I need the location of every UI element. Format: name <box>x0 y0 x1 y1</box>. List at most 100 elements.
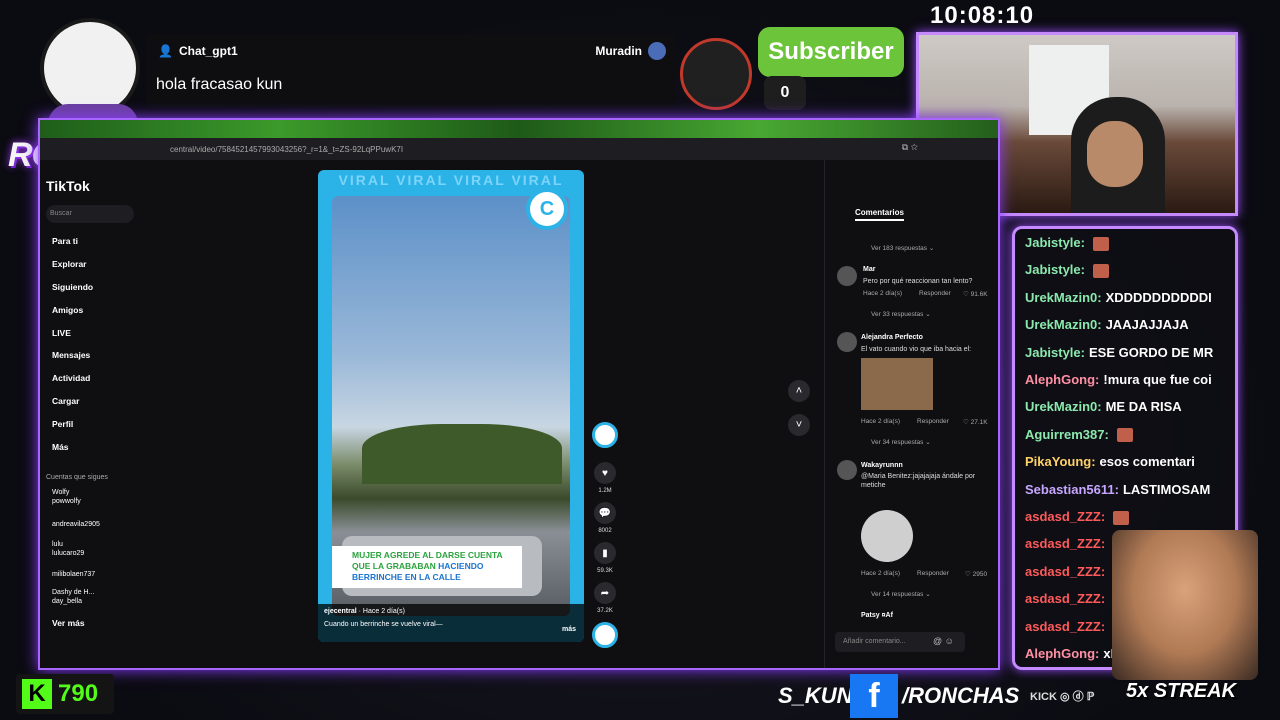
tiktok-logo[interactable]: TikTok <box>46 178 90 194</box>
video-author[interactable]: ejecentral <box>324 608 357 615</box>
view-replies[interactable]: Ver 33 respuestas ⌄ <box>871 310 931 318</box>
comment-author[interactable]: Mar <box>863 266 875 273</box>
avatar[interactable] <box>837 266 857 286</box>
nav-explorar[interactable]: Explorar <box>52 259 87 269</box>
reply-button[interactable]: Responder <box>917 418 949 425</box>
see-more-link[interactable]: Ver más <box>52 618 85 628</box>
more-link[interactable]: más <box>562 626 576 633</box>
chevron-down-icon[interactable]: ˅ <box>788 414 810 436</box>
chat-message: asdasd_ZZZ: <box>1025 509 1235 525</box>
chat-username[interactable]: asdasd_ZZZ: <box>1025 591 1105 606</box>
featured-chat-sender: Muradin <box>595 44 642 58</box>
emote-icon <box>1113 510 1130 525</box>
chat-username[interactable]: AlephGong: <box>1025 646 1099 661</box>
chat-message: UrekMazin0: JAAJAJJAJA <box>1025 317 1235 332</box>
chat-text: XDDDDDDDDDDI <box>1105 289 1212 305</box>
nav-mensajes[interactable]: Mensajes <box>52 350 90 360</box>
view-replies[interactable]: Ver 183 respuestas ⌄ <box>871 244 934 252</box>
video-meta: ejecentral · Hace 2 día(s) Cuando un ber… <box>318 604 584 642</box>
chat-username[interactable]: AlephGong: <box>1025 372 1099 387</box>
followed-account[interactable]: lulu lulucaro29 <box>52 540 84 558</box>
platform-icons: KICK ◎ ⓓ ℙ <box>1030 691 1095 703</box>
chat-username[interactable]: Sebastian5611: <box>1025 482 1119 497</box>
comment-text: @Maria Benitez:jajajajaja ándale por met… <box>861 473 976 489</box>
followed-account[interactable]: milibolaen737 <box>52 570 95 579</box>
nav-siguiendo[interactable]: Siguiendo <box>52 282 93 292</box>
chat-username[interactable]: UrekMazin0: <box>1025 399 1102 414</box>
nav-mas[interactable]: Más <box>52 442 69 452</box>
nav-cargar[interactable]: Cargar <box>52 396 79 406</box>
chat-username[interactable]: asdasd_ZZZ: <box>1025 564 1105 579</box>
comment-time: Hace 2 día(s) <box>861 418 901 425</box>
chat-text: !mura que fue coi <box>1103 372 1212 387</box>
comment-image[interactable] <box>861 510 913 562</box>
comment-time: Hace 2 día(s) <box>863 290 903 297</box>
comment-image[interactable] <box>861 358 933 410</box>
chevron-up-icon[interactable]: ˄ <box>788 380 810 402</box>
mascot-head <box>40 18 140 118</box>
nav-perfil[interactable]: Perfil <box>52 419 73 429</box>
chat-username[interactable]: UrekMazin0: <box>1025 317 1102 332</box>
comments-count: 8002 <box>598 528 612 534</box>
chat-username[interactable]: Aguirrem387: <box>1025 427 1109 442</box>
nav-para-ti[interactable]: Para ti <box>52 236 78 246</box>
channel-logo-icon: C <box>526 188 568 230</box>
chat-username[interactable]: Jabistyle: <box>1025 262 1085 277</box>
nav-actividad[interactable]: Actividad <box>52 373 90 383</box>
comment-icon[interactable]: 💬 <box>594 502 616 524</box>
avatar[interactable] <box>837 332 857 352</box>
sound-avatar-icon[interactable] <box>592 622 618 648</box>
comment-likes[interactable]: ♡ 2950 <box>965 570 987 578</box>
mention-icon[interactable]: @ <box>933 636 942 646</box>
video-trees <box>362 424 562 484</box>
view-replies[interactable]: Ver 34 respuestas ⌄ <box>871 438 931 446</box>
comment-likes[interactable]: ♡ 91.6K <box>963 290 988 298</box>
stream-overlay: 👤 Chat_gpt1 Muradin hola fracasao kun RO… <box>0 0 1280 720</box>
comment-author[interactable]: Patsy ¤Af <box>861 612 893 619</box>
comment-author[interactable]: Alejandra Perfecto <box>861 334 923 341</box>
chat-message: Jabistyle: <box>1025 262 1235 278</box>
nav-amigos[interactable]: Amigos <box>52 305 83 315</box>
subscriber-label: Subscriber <box>758 27 904 77</box>
chat-username[interactable]: asdasd_ZZZ: <box>1025 509 1105 524</box>
cast-icon[interactable]: ⧉ <box>902 142 908 152</box>
view-replies[interactable]: Ver 14 respuestas ⌄ <box>871 590 931 598</box>
bookmark-star-icon[interactable]: ☆ <box>911 142 918 152</box>
tab-comentarios[interactable]: Comentarios <box>855 208 904 221</box>
chat-username[interactable]: asdasd_ZZZ: <box>1025 536 1105 551</box>
reply-button[interactable]: Responder <box>917 570 949 577</box>
video-time: Hace 2 día(s) <box>362 608 405 615</box>
mascot-icon <box>680 38 752 110</box>
comment-author[interactable]: Wakayrunnn <box>861 462 903 469</box>
address-bar[interactable]: central/video/7584521457993043256?_r=1&_… <box>40 138 998 160</box>
emoji-icon[interactable]: ☺ <box>945 636 954 646</box>
featured-chat-user: 👤 Chat_gpt1 <box>158 44 238 58</box>
chat-text: esos comentari <box>1099 454 1195 470</box>
followed-account[interactable]: andreavila2905 <box>52 520 100 529</box>
followed-account[interactable]: Dashy de H... day_bella <box>52 588 94 606</box>
chat-username[interactable]: asdasd_ZZZ: <box>1025 619 1105 634</box>
nav-live[interactable]: LIVE <box>52 328 71 338</box>
bookmark-icon[interactable]: ▮ <box>594 542 616 564</box>
chat-username[interactable]: Jabistyle: <box>1025 345 1085 360</box>
video-player[interactable]: VIRAL VIRAL VIRAL VIRAL MUJER AGREDE AL … <box>318 170 584 642</box>
sender-avatar <box>648 42 666 60</box>
chat-username[interactable]: Jabistyle: <box>1025 235 1085 250</box>
chat-username[interactable]: PikaYoung: <box>1025 454 1096 469</box>
search-input[interactable]: Buscar <box>46 205 134 223</box>
address-bar-icons: ⧉ ☆ <box>902 142 918 153</box>
emote-icon <box>1092 236 1109 251</box>
comment-text: Pero por qué reaccionan tan lento? <box>863 278 973 285</box>
share-icon[interactable]: ➦ <box>594 582 616 604</box>
chat-username[interactable]: UrekMazin0: <box>1025 290 1102 305</box>
chat-text: ME DA RISA <box>1105 399 1182 415</box>
followed-account[interactable]: Wolfy powwolfy <box>52 488 81 506</box>
avatar[interactable] <box>837 460 857 480</box>
chat-message: UrekMazin0: ME DA RISA <box>1025 399 1235 414</box>
reply-button[interactable]: Responder <box>919 290 951 297</box>
heart-icon[interactable]: ♥ <box>594 462 616 484</box>
facebook-icon: f <box>850 674 898 718</box>
kick-logo-icon: K <box>22 679 52 709</box>
comment-likes[interactable]: ♡ 27.1K <box>963 418 988 426</box>
creator-avatar[interactable] <box>592 422 618 448</box>
